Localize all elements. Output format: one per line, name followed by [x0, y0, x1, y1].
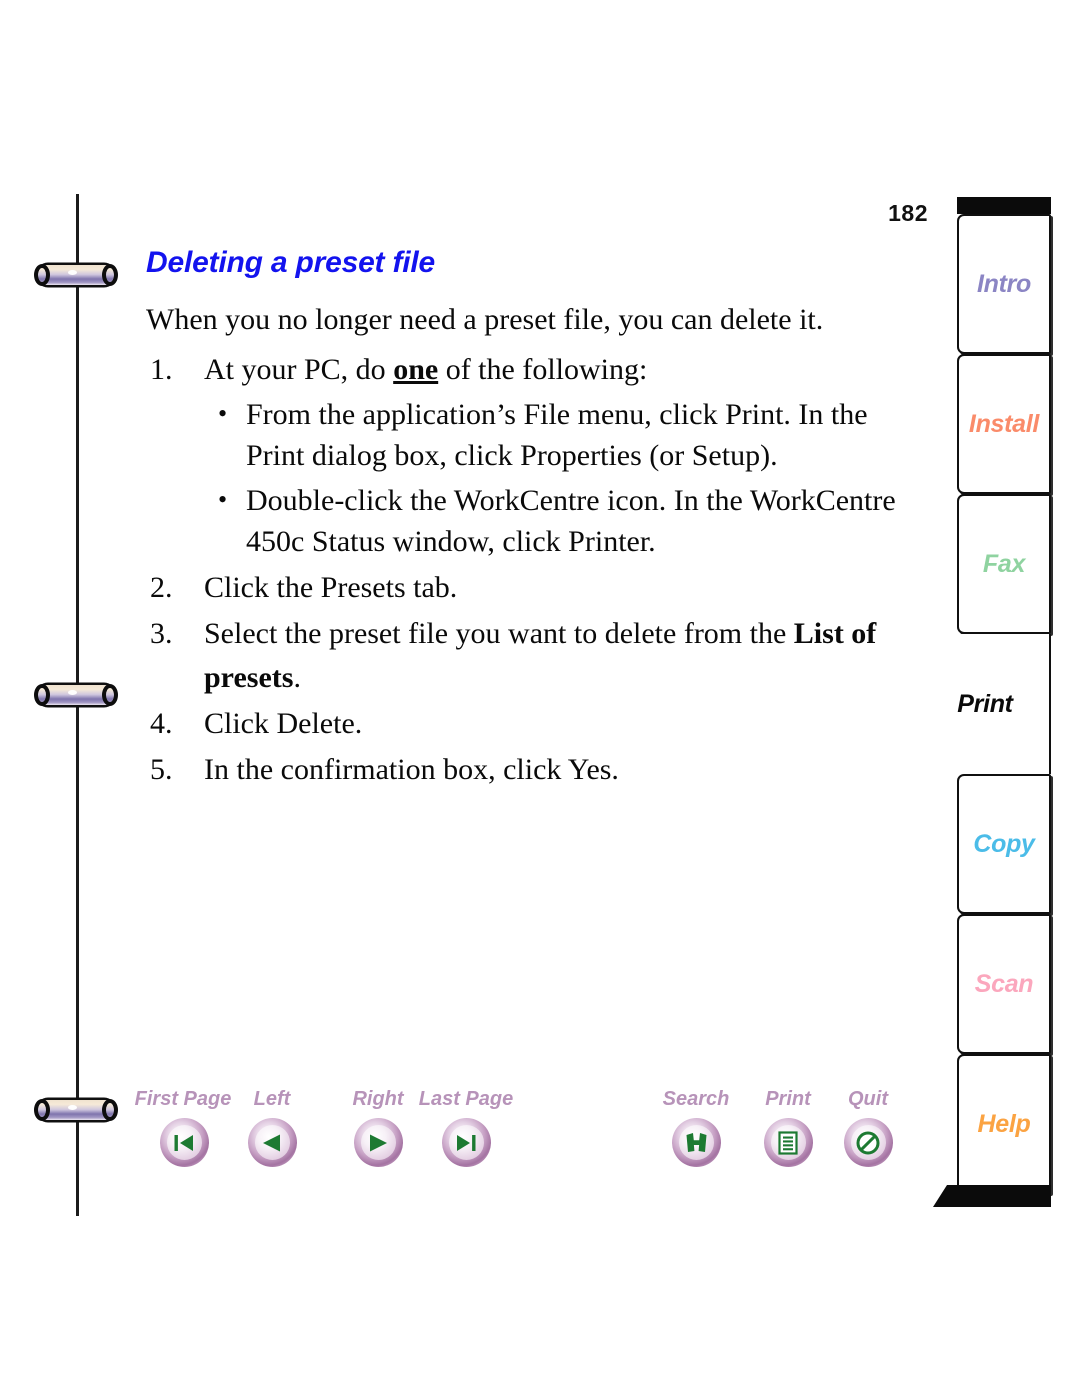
procedure-step: 1. At your PC, do one of the following: •… [146, 348, 906, 562]
binder-ring-cap-left [34, 264, 50, 286]
binder-spine-line [76, 194, 79, 1216]
previous-page-button-face[interactable] [247, 1118, 297, 1167]
step-number: 1. [150, 353, 173, 386]
search-button-face[interactable] [671, 1118, 721, 1167]
last-page-icon [454, 1133, 478, 1153]
procedure-step: 5. In the confirmation box, click Yes. [146, 748, 906, 792]
page-number: 182 [888, 200, 928, 226]
step-text-after: of the following: [438, 353, 648, 386]
last-page-button-face[interactable] [441, 1118, 491, 1167]
binder-ring-highlight [68, 270, 77, 275]
tab-intro[interactable]: Intro [957, 214, 1051, 354]
first-page-label: First Page [134, 1088, 232, 1110]
next-page-button-face[interactable] [353, 1118, 403, 1167]
binder-ring-cap-left [34, 684, 50, 706]
tab-copy[interactable]: Copy [957, 774, 1051, 914]
tab-print-label: Print [957, 689, 1013, 718]
main-content: Deleting a preset file When you no longe… [146, 246, 906, 794]
next-page-label: Right [352, 1088, 404, 1110]
tab-scan[interactable]: Scan [957, 914, 1051, 1054]
next-page-icon [366, 1133, 390, 1153]
no-entry-icon [856, 1131, 880, 1155]
page-title: Deleting a preset file [146, 246, 436, 279]
binder-ring-cap-right [102, 264, 118, 286]
bullet-glyph: • [218, 485, 228, 514]
step-number: 2. [150, 571, 173, 604]
step-text-after: . [293, 661, 301, 694]
tab-copy-label: Copy [973, 829, 1035, 858]
sub-bullet-item: • From the application’s File menu, click… [204, 394, 906, 476]
tab-print[interactable]: Print [933, 634, 1051, 774]
step-number: 3. [150, 617, 173, 650]
step-text: Click Delete. [204, 707, 363, 740]
quit-button[interactable]: Quit [820, 1088, 916, 1167]
tab-install[interactable]: Install [957, 354, 1051, 494]
print-button-face[interactable] [763, 1118, 813, 1167]
binder-ring [34, 264, 118, 286]
sub-bullet-text: Double-click the WorkCentre icon. In the… [246, 484, 896, 558]
sub-bullet-text: From the application’s File menu, click … [246, 398, 868, 472]
step-number: 4. [150, 707, 173, 740]
tab-scan-label: Scan [974, 969, 1034, 998]
procedure-step: 2. Click the Presets tab. [146, 566, 906, 610]
quit-label: Quit [848, 1088, 888, 1110]
binder-ring [34, 684, 118, 706]
binder-ring-cap-right [102, 684, 118, 706]
bullet-glyph: • [218, 399, 228, 428]
tab-fax-label: Fax [982, 549, 1026, 578]
first-page-icon [172, 1133, 196, 1153]
search-label: Search [662, 1088, 730, 1110]
tab-intro-label: Intro [976, 269, 1032, 298]
bottom-navigation-bar: First Page Left Right Last Page Search P… [0, 1088, 1080, 1198]
previous-page-label: Left [253, 1088, 291, 1110]
step-text-before: Select the preset file you want to delet… [204, 617, 794, 650]
sub-bullet-list: • From the application’s File menu, click… [204, 394, 906, 562]
page-canvas: 182 Deleting a preset file When you no l… [0, 0, 1080, 1397]
first-page-button-face[interactable] [159, 1118, 209, 1167]
previous-page-button[interactable]: Left [224, 1088, 320, 1167]
step-number: 5. [150, 753, 173, 786]
section-tab-panel: Intro Install Fax Print Copy Scan Help [929, 197, 1051, 1207]
step-emphasis: one [393, 353, 439, 386]
previous-page-icon [260, 1133, 284, 1153]
procedure-step: 3. Select the preset file you want to del… [146, 612, 906, 700]
procedure-step-list: 1. At your PC, do one of the following: •… [146, 348, 906, 792]
binder-ring-highlight [68, 690, 77, 695]
tab-install-label: Install [968, 409, 1040, 438]
binoculars-icon [684, 1132, 709, 1154]
step-text-before: At your PC, do [204, 353, 394, 386]
step-text: In the confirmation box, click Yes. [204, 753, 619, 786]
step-text: Click the Presets tab. [204, 571, 458, 604]
intro-paragraph: When you no longer need a preset file, y… [146, 303, 824, 336]
first-page-button[interactable]: First Page [134, 1088, 232, 1167]
tab-fax[interactable]: Fax [957, 494, 1051, 634]
last-page-label: Last Page [418, 1088, 514, 1110]
last-page-button[interactable]: Last Page [418, 1088, 514, 1167]
next-page-button[interactable]: Right [330, 1088, 426, 1167]
sub-bullet-item: • Double-click the WorkCentre icon. In th… [204, 480, 906, 562]
procedure-step: 4. Click Delete. [146, 702, 906, 746]
search-button[interactable]: Search [648, 1088, 744, 1167]
document-print-icon [778, 1130, 798, 1155]
tab-panel-top-bar [957, 197, 1051, 214]
quit-button-face[interactable] [843, 1118, 893, 1167]
